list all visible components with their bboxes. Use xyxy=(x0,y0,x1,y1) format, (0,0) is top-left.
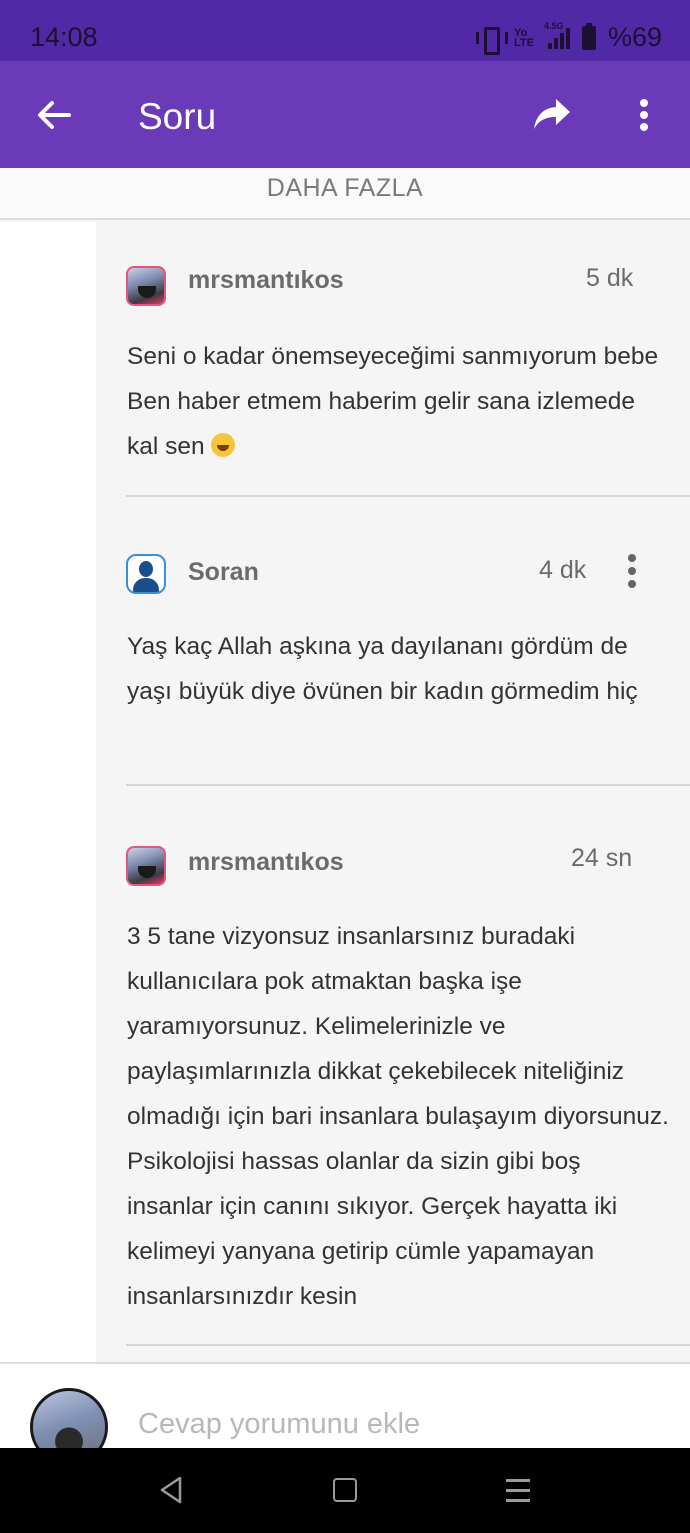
battery-icon xyxy=(581,22,596,50)
comment-time: 24 sn xyxy=(571,844,633,872)
load-more-button[interactable]: DAHA FAZLA xyxy=(0,168,690,220)
comment-username[interactable]: mrsmantıkos xyxy=(188,848,344,877)
volte-icon: Yo LTE xyxy=(513,26,534,49)
status-time: 14:08 xyxy=(30,22,98,52)
comment-text: Seni o kadar önemseyeceğimi sanmıyorum b… xyxy=(127,334,672,469)
comment-thread: mrsmantıkos 5 dk Seni o kadar önemseyece… xyxy=(96,222,690,1362)
user-avatar[interactable] xyxy=(126,266,166,306)
divider xyxy=(126,495,690,497)
divider xyxy=(126,1344,690,1346)
comment-area: mrsmantıkos 5 dk Seni o kadar önemseyece… xyxy=(0,222,690,1362)
nav-recents-icon[interactable] xyxy=(506,1478,530,1502)
arrow-back-icon[interactable] xyxy=(36,97,72,133)
comment-username[interactable]: mrsmantıkos xyxy=(188,266,344,295)
nav-home-icon[interactable] xyxy=(333,1478,357,1502)
page-title: Soru xyxy=(138,96,217,137)
status-bar: 14:08 Yo LTE 4.5G %69 xyxy=(0,0,690,61)
vibrate-icon xyxy=(475,26,508,55)
reply-input[interactable]: Cevap yorumunu ekle xyxy=(138,1408,420,1441)
user-avatar[interactable] xyxy=(126,554,166,594)
share-icon[interactable] xyxy=(532,97,572,133)
load-more-label: DAHA FAZLA xyxy=(266,174,424,202)
signal-icon: 4.5G xyxy=(544,21,570,49)
battery-level: %69 xyxy=(607,22,662,52)
comment-time: 5 dk xyxy=(586,264,634,292)
comment-time: 4 dk xyxy=(539,556,587,584)
divider xyxy=(126,784,690,786)
status-icons: Yo LTE 4.5G %69 xyxy=(475,21,662,55)
network-type: 4.5G xyxy=(543,20,564,31)
comment-text: 3 5 tane vizyonsuz insanlarsınız buradak… xyxy=(127,923,669,1310)
current-user-avatar xyxy=(30,1388,108,1448)
user-avatar[interactable] xyxy=(126,846,166,886)
comment-text: Yaş kaç Allah aşkına ya dayılananı gördü… xyxy=(127,633,638,705)
comment-username[interactable]: Soran xyxy=(188,558,259,587)
more-vert-icon[interactable] xyxy=(630,97,658,133)
reply-composer: Cevap yorumunu ekle xyxy=(0,1362,690,1448)
system-nav-bar xyxy=(0,1448,690,1533)
face-with-tears-of-joy-icon xyxy=(211,433,236,457)
comment-options-icon[interactable] xyxy=(624,554,640,588)
app-bar: Soru xyxy=(0,61,690,168)
nav-back-icon[interactable] xyxy=(158,1476,184,1504)
comment-body: Seni o kadar önemseyeceğimi sanmıyorum b… xyxy=(127,343,659,460)
